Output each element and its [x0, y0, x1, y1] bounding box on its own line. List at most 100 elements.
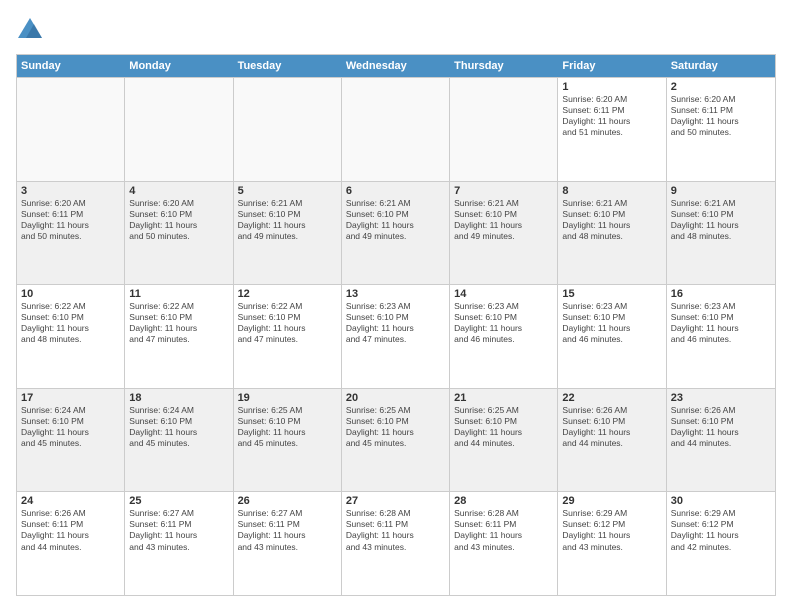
day-info: Sunrise: 6:21 AM Sunset: 6:10 PM Dayligh…	[346, 198, 445, 242]
day-number: 17	[21, 392, 120, 404]
header	[16, 16, 776, 44]
logo-icon	[16, 16, 44, 44]
day-info: Sunrise: 6:28 AM Sunset: 6:11 PM Dayligh…	[454, 508, 553, 552]
week-row-1: 1Sunrise: 6:20 AM Sunset: 6:11 PM Daylig…	[17, 77, 775, 181]
day-cell-9: 9Sunrise: 6:21 AM Sunset: 6:10 PM Daylig…	[667, 182, 775, 285]
day-number: 18	[129, 392, 228, 404]
day-number: 23	[671, 392, 771, 404]
day-info: Sunrise: 6:23 AM Sunset: 6:10 PM Dayligh…	[346, 301, 445, 345]
header-day-saturday: Saturday	[667, 55, 775, 77]
day-info: Sunrise: 6:25 AM Sunset: 6:10 PM Dayligh…	[346, 405, 445, 449]
day-cell-17: 17Sunrise: 6:24 AM Sunset: 6:10 PM Dayli…	[17, 389, 125, 492]
empty-cell	[234, 78, 342, 181]
day-cell-14: 14Sunrise: 6:23 AM Sunset: 6:10 PM Dayli…	[450, 285, 558, 388]
day-cell-20: 20Sunrise: 6:25 AM Sunset: 6:10 PM Dayli…	[342, 389, 450, 492]
day-cell-11: 11Sunrise: 6:22 AM Sunset: 6:10 PM Dayli…	[125, 285, 233, 388]
day-cell-26: 26Sunrise: 6:27 AM Sunset: 6:11 PM Dayli…	[234, 492, 342, 595]
day-number: 13	[346, 288, 445, 300]
day-info: Sunrise: 6:20 AM Sunset: 6:11 PM Dayligh…	[671, 94, 771, 138]
day-number: 1	[562, 81, 661, 93]
day-info: Sunrise: 6:22 AM Sunset: 6:10 PM Dayligh…	[129, 301, 228, 345]
day-info: Sunrise: 6:25 AM Sunset: 6:10 PM Dayligh…	[454, 405, 553, 449]
day-cell-13: 13Sunrise: 6:23 AM Sunset: 6:10 PM Dayli…	[342, 285, 450, 388]
day-number: 10	[21, 288, 120, 300]
day-cell-19: 19Sunrise: 6:25 AM Sunset: 6:10 PM Dayli…	[234, 389, 342, 492]
header-day-wednesday: Wednesday	[342, 55, 450, 77]
day-number: 4	[129, 185, 228, 197]
day-cell-8: 8Sunrise: 6:21 AM Sunset: 6:10 PM Daylig…	[558, 182, 666, 285]
header-day-thursday: Thursday	[450, 55, 558, 77]
day-number: 25	[129, 495, 228, 507]
calendar-header: SundayMondayTuesdayWednesdayThursdayFrid…	[17, 55, 775, 77]
day-cell-2: 2Sunrise: 6:20 AM Sunset: 6:11 PM Daylig…	[667, 78, 775, 181]
day-info: Sunrise: 6:28 AM Sunset: 6:11 PM Dayligh…	[346, 508, 445, 552]
day-cell-6: 6Sunrise: 6:21 AM Sunset: 6:10 PM Daylig…	[342, 182, 450, 285]
day-info: Sunrise: 6:21 AM Sunset: 6:10 PM Dayligh…	[671, 198, 771, 242]
header-day-sunday: Sunday	[17, 55, 125, 77]
day-cell-15: 15Sunrise: 6:23 AM Sunset: 6:10 PM Dayli…	[558, 285, 666, 388]
day-number: 9	[671, 185, 771, 197]
day-info: Sunrise: 6:24 AM Sunset: 6:10 PM Dayligh…	[129, 405, 228, 449]
day-cell-12: 12Sunrise: 6:22 AM Sunset: 6:10 PM Dayli…	[234, 285, 342, 388]
day-info: Sunrise: 6:27 AM Sunset: 6:11 PM Dayligh…	[238, 508, 337, 552]
day-number: 12	[238, 288, 337, 300]
day-info: Sunrise: 6:23 AM Sunset: 6:10 PM Dayligh…	[671, 301, 771, 345]
day-cell-4: 4Sunrise: 6:20 AM Sunset: 6:10 PM Daylig…	[125, 182, 233, 285]
day-cell-28: 28Sunrise: 6:28 AM Sunset: 6:11 PM Dayli…	[450, 492, 558, 595]
day-cell-18: 18Sunrise: 6:24 AM Sunset: 6:10 PM Dayli…	[125, 389, 233, 492]
day-number: 7	[454, 185, 553, 197]
day-info: Sunrise: 6:23 AM Sunset: 6:10 PM Dayligh…	[562, 301, 661, 345]
day-cell-21: 21Sunrise: 6:25 AM Sunset: 6:10 PM Dayli…	[450, 389, 558, 492]
day-cell-10: 10Sunrise: 6:22 AM Sunset: 6:10 PM Dayli…	[17, 285, 125, 388]
day-info: Sunrise: 6:20 AM Sunset: 6:10 PM Dayligh…	[129, 198, 228, 242]
day-number: 2	[671, 81, 771, 93]
day-number: 14	[454, 288, 553, 300]
day-number: 11	[129, 288, 228, 300]
day-number: 28	[454, 495, 553, 507]
empty-cell	[125, 78, 233, 181]
day-info: Sunrise: 6:26 AM Sunset: 6:10 PM Dayligh…	[562, 405, 661, 449]
day-info: Sunrise: 6:23 AM Sunset: 6:10 PM Dayligh…	[454, 301, 553, 345]
week-row-2: 3Sunrise: 6:20 AM Sunset: 6:11 PM Daylig…	[17, 181, 775, 285]
day-cell-27: 27Sunrise: 6:28 AM Sunset: 6:11 PM Dayli…	[342, 492, 450, 595]
day-cell-30: 30Sunrise: 6:29 AM Sunset: 6:12 PM Dayli…	[667, 492, 775, 595]
day-cell-22: 22Sunrise: 6:26 AM Sunset: 6:10 PM Dayli…	[558, 389, 666, 492]
day-info: Sunrise: 6:20 AM Sunset: 6:11 PM Dayligh…	[562, 94, 661, 138]
day-info: Sunrise: 6:29 AM Sunset: 6:12 PM Dayligh…	[671, 508, 771, 552]
empty-cell	[342, 78, 450, 181]
header-day-friday: Friday	[558, 55, 666, 77]
day-number: 30	[671, 495, 771, 507]
day-info: Sunrise: 6:21 AM Sunset: 6:10 PM Dayligh…	[562, 198, 661, 242]
day-cell-1: 1Sunrise: 6:20 AM Sunset: 6:11 PM Daylig…	[558, 78, 666, 181]
day-number: 20	[346, 392, 445, 404]
day-number: 29	[562, 495, 661, 507]
day-cell-3: 3Sunrise: 6:20 AM Sunset: 6:11 PM Daylig…	[17, 182, 125, 285]
empty-cell	[450, 78, 558, 181]
calendar-body: 1Sunrise: 6:20 AM Sunset: 6:11 PM Daylig…	[17, 77, 775, 595]
calendar: SundayMondayTuesdayWednesdayThursdayFrid…	[16, 54, 776, 596]
day-number: 8	[562, 185, 661, 197]
day-number: 24	[21, 495, 120, 507]
day-info: Sunrise: 6:21 AM Sunset: 6:10 PM Dayligh…	[454, 198, 553, 242]
day-cell-29: 29Sunrise: 6:29 AM Sunset: 6:12 PM Dayli…	[558, 492, 666, 595]
day-cell-25: 25Sunrise: 6:27 AM Sunset: 6:11 PM Dayli…	[125, 492, 233, 595]
day-number: 5	[238, 185, 337, 197]
day-number: 16	[671, 288, 771, 300]
day-number: 15	[562, 288, 661, 300]
day-info: Sunrise: 6:22 AM Sunset: 6:10 PM Dayligh…	[238, 301, 337, 345]
header-day-monday: Monday	[125, 55, 233, 77]
day-info: Sunrise: 6:21 AM Sunset: 6:10 PM Dayligh…	[238, 198, 337, 242]
day-cell-7: 7Sunrise: 6:21 AM Sunset: 6:10 PM Daylig…	[450, 182, 558, 285]
logo	[16, 16, 48, 44]
day-info: Sunrise: 6:29 AM Sunset: 6:12 PM Dayligh…	[562, 508, 661, 552]
day-number: 27	[346, 495, 445, 507]
day-number: 21	[454, 392, 553, 404]
day-info: Sunrise: 6:20 AM Sunset: 6:11 PM Dayligh…	[21, 198, 120, 242]
week-row-5: 24Sunrise: 6:26 AM Sunset: 6:11 PM Dayli…	[17, 491, 775, 595]
week-row-3: 10 Sunrise: 6:22 AM Sunset: 6:10 PM Dayli…	[17, 284, 775, 388]
day-info: Sunrise: 6:26 AM Sunset: 6:10 PM Dayligh…	[671, 405, 771, 449]
day-cell-24: 24Sunrise: 6:26 AM Sunset: 6:11 PM Dayli…	[17, 492, 125, 595]
day-number: 22	[562, 392, 661, 404]
day-info: Sunrise: 6:26 AM Sunset: 6:11 PM Dayligh…	[21, 508, 120, 552]
day-number: 19	[238, 392, 337, 404]
